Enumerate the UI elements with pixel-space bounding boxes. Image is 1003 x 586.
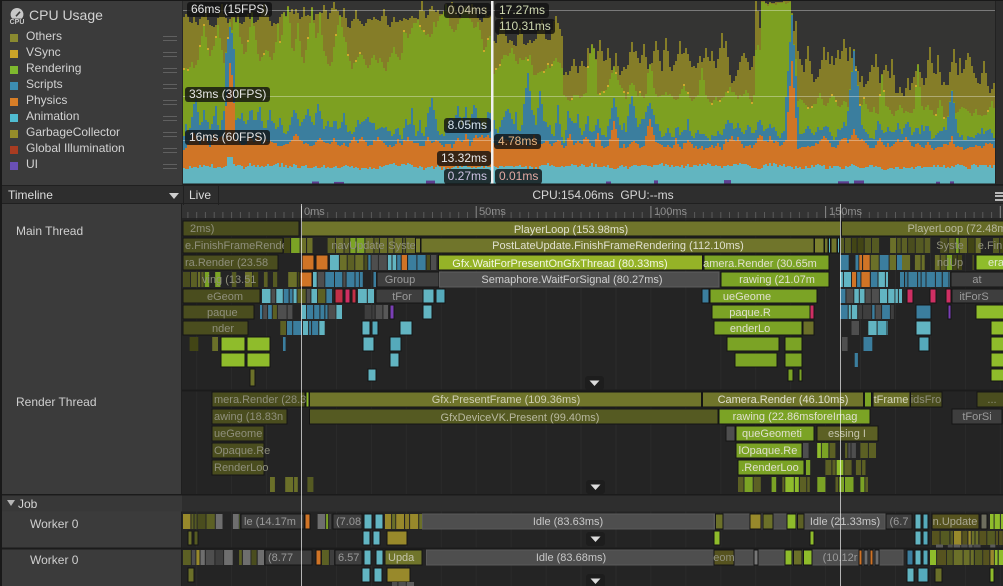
svg-text:ving (13.51: ving (13.51 — [202, 274, 256, 286]
svg-text:n.Update: n.Update — [933, 516, 978, 528]
svg-text:Idle (83.63ms): Idle (83.63ms) — [533, 516, 603, 528]
svg-text:enderLo: enderLo — [730, 323, 770, 335]
svg-text:50ms: 50ms — [479, 206, 506, 218]
svg-text:...: ... — [987, 394, 996, 406]
svg-text:Idle (21.33ms): Idle (21.33ms) — [810, 516, 880, 528]
svg-text:GfxDeviceVK.Present (99.40ms): GfxDeviceVK.Present (99.40ms) — [441, 412, 600, 424]
svg-text:tFrame: tFrame — [874, 394, 909, 406]
svg-text:Semaphore.WaitForSignal (80.27: Semaphore.WaitForSignal (80.27ms) — [481, 274, 662, 286]
svg-text:itForS: itForS — [959, 291, 988, 303]
svg-text:100ms: 100ms — [654, 206, 688, 218]
svg-text:navUpdate: navUpdate — [331, 240, 384, 252]
svg-text:ra.Render (23.58: ra.Render (23.58 — [185, 257, 268, 269]
svg-text:era: era — [988, 257, 1003, 269]
svg-text:e.FinishFrameRende: e.FinishFrameRende — [185, 240, 288, 252]
svg-text:queGeometi: queGeometi — [742, 428, 802, 440]
svg-text:0ms: 0ms — [304, 206, 325, 218]
svg-text:Syste: Syste — [388, 240, 416, 252]
svg-text:150ms: 150ms — [829, 206, 863, 218]
svg-text:Gfx.WaitForPresentOnGfxThread: Gfx.WaitForPresentOnGfxThread (80.33ms) — [452, 258, 667, 270]
svg-text:tFor: tFor — [392, 291, 412, 303]
svg-text:PostLateUpdate.FinishFrameRend: PostLateUpdate.FinishFrameRendering (112… — [492, 240, 744, 252]
svg-text:(6.7: (6.7 — [890, 516, 909, 528]
svg-text:amera.Render (30.65m: amera.Render (30.65m — [703, 258, 817, 270]
svg-text:ueGeome: ueGeome — [723, 291, 771, 303]
svg-text:paque: paque — [207, 307, 238, 319]
svg-text:eGeom: eGeom — [207, 291, 243, 303]
svg-text:2ms): 2ms) — [190, 223, 214, 235]
svg-text:idsFro: idsFro — [911, 394, 942, 406]
svg-text:(8.77: (8.77 — [268, 552, 293, 564]
svg-text:PlayerLoop (72.48m: PlayerLoop (72.48m — [907, 223, 1003, 235]
svg-text:le (14.17m: le (14.17m — [244, 516, 296, 528]
svg-text:Group: Group — [385, 274, 416, 286]
svg-text:PlayerLoop (153.98ms): PlayerLoop (153.98ms) — [514, 224, 628, 236]
svg-text:essing I: essing I — [828, 428, 866, 440]
svg-text:RenderLoo: RenderLoo — [214, 462, 268, 474]
svg-text:Opaque.Re: Opaque.Re — [214, 445, 270, 457]
svg-text:paque.R: paque.R — [729, 307, 771, 319]
svg-text:ndUp: ndUp — [937, 257, 963, 269]
svg-text:rawing (22.86msforeImag: rawing (22.86msforeImag — [733, 411, 858, 423]
svg-text:nder: nder — [212, 323, 234, 335]
svg-text:e.Fin: e.Fin — [978, 240, 1002, 252]
svg-text:eom: eom — [713, 552, 734, 564]
svg-text:lOpaque.Re: lOpaque.Re — [739, 445, 798, 457]
svg-text:Upda: Upda — [388, 552, 415, 564]
svg-text:Syste: Syste — [936, 240, 964, 252]
svg-text:Camera.Render (46.10ms): Camera.Render (46.10ms) — [718, 394, 849, 406]
svg-text:Job: Job — [18, 497, 38, 511]
svg-text:rawing (21.07m: rawing (21.07m — [739, 274, 815, 286]
svg-text:tForSi: tForSi — [962, 411, 991, 423]
svg-text:ueGeome: ueGeome — [214, 428, 262, 440]
svg-text:(7.08: (7.08 — [336, 516, 361, 528]
svg-text:.RenderLoo: .RenderLoo — [741, 462, 799, 474]
svg-text:at: at — [972, 274, 981, 286]
svg-text:mera.Render (28.34n: mera.Render (28.34n — [214, 394, 319, 406]
svg-text:Gfx.PresentFrame (109.36ms): Gfx.PresentFrame (109.36ms) — [432, 394, 581, 406]
svg-text:awing (18.83n: awing (18.83n — [214, 411, 283, 423]
svg-text:Idle (83.68ms): Idle (83.68ms) — [536, 552, 606, 564]
svg-text:6.57: 6.57 — [338, 552, 359, 564]
